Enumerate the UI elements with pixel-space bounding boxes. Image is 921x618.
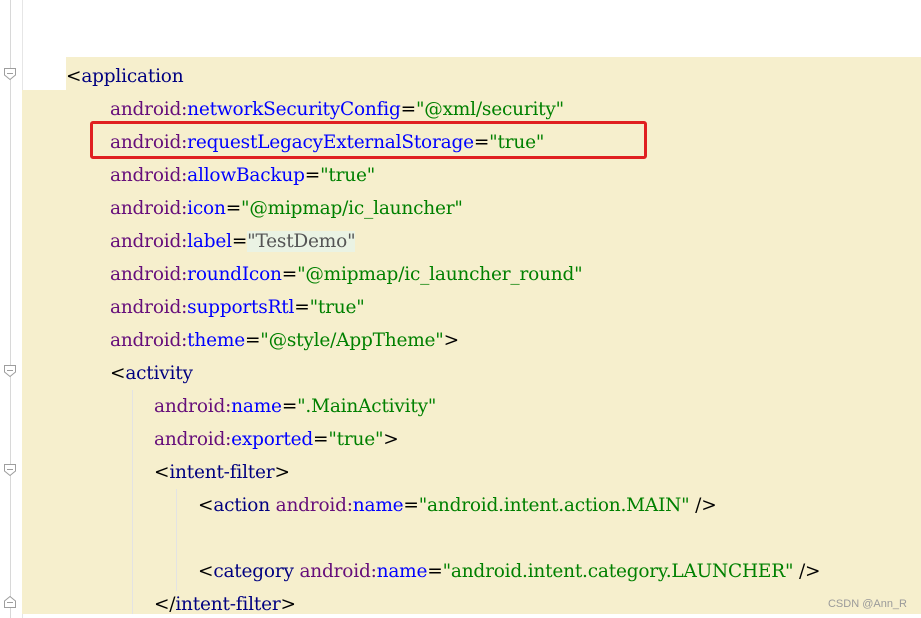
code-editor[interactable]: <application android:networkSecurityConf… (22, 0, 921, 618)
code-line: android:icon="@mipmap/ic_launcher" (110, 198, 463, 219)
editor-gutter (0, 0, 23, 618)
scope-highlight (66, 57, 921, 90)
indent-guide (176, 489, 177, 591)
code-line: android:roundIcon="@mipmap/ic_launcher_r… (110, 264, 583, 285)
fold-collapse-icon[interactable] (3, 364, 17, 378)
highlight-annotation-box (90, 121, 647, 159)
code-line: </intent-filter> (154, 594, 296, 615)
code-line: android:theme="@style/AppTheme"> (110, 330, 459, 351)
code-line: android:exported="true"> (154, 429, 399, 450)
indent-guide (132, 390, 133, 614)
fold-expand-icon[interactable] (3, 595, 17, 609)
code-line: <activity (110, 363, 193, 384)
fold-collapse-icon[interactable] (3, 463, 17, 477)
gutter-fold-line (10, 0, 11, 618)
code-line: <action android:name="android.intent.act… (198, 495, 717, 516)
code-line: <intent-filter> (154, 462, 290, 483)
watermark: CSDN @Ann_R (827, 598, 907, 610)
code-line: android:allowBackup="true" (110, 165, 376, 186)
code-line: <category android:name="android.intent.c… (198, 561, 821, 582)
code-line: <application (66, 66, 184, 87)
code-line: android:supportsRtl="true" (110, 297, 365, 318)
fold-collapse-icon[interactable] (3, 67, 17, 81)
code-line: android:name=".MainActivity" (154, 396, 437, 417)
code-line: android:label="TestDemo" (110, 231, 356, 252)
